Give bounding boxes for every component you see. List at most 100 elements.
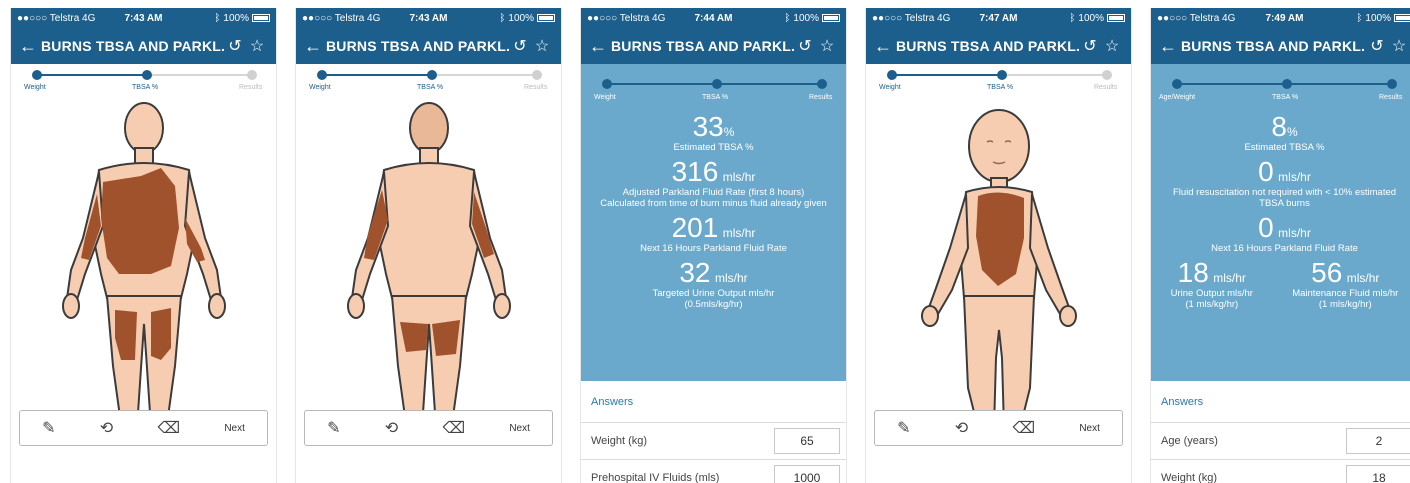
carrier-label: ●●○○○ Telstra 4G: [1157, 12, 1236, 24]
lasso-icon[interactable]: ⟲: [385, 418, 398, 438]
progress-stepper: Age/Weight TBSA % Results: [1151, 64, 1410, 108]
result-fluid-resuscitation: 0 mls/hr Fluid resuscitation not require…: [1151, 153, 1410, 210]
step-dot-weight[interactable]: [317, 70, 327, 80]
adult-back-body-figure[interactable]: [296, 98, 562, 446]
step-dot-results[interactable]: [1387, 79, 1397, 89]
result-unit: mls/hr: [1346, 271, 1380, 285]
result-desc: Targeted Urine Output mls/hr: [652, 288, 775, 299]
screen-1-adult-front: ●●○○○ Telstra 4G 7:43 AM ᛒ 100% ← BURNS T…: [10, 8, 277, 483]
step-dot-tbsa[interactable]: [1282, 79, 1292, 89]
step-dot-tbsa[interactable]: [427, 70, 437, 80]
drawing-toolbar: ✎ ⟲ ⌫ Next: [304, 410, 553, 446]
progress-stepper: Weight TBSA % Results: [296, 64, 561, 98]
page-title: BURNS TBSA AND PARKL...: [1181, 38, 1366, 54]
adult-front-body-figure[interactable]: [11, 98, 277, 446]
result-maintenance-fluid: 56 mls/hr Maintenance Fluid mls/hr (1 ml…: [1282, 254, 1408, 311]
step-label-tbsa: TBSA %: [417, 84, 444, 91]
reset-icon[interactable]: ↺: [1079, 36, 1101, 56]
step-label-weight: Weight: [594, 94, 616, 101]
result-value: 33: [692, 111, 724, 142]
step-dot-tbsa[interactable]: [712, 79, 722, 89]
star-icon[interactable]: ☆: [816, 36, 838, 56]
pen-icon[interactable]: ✎: [327, 418, 340, 438]
step-dot-weight[interactable]: [602, 79, 612, 89]
step-dot-results[interactable]: [817, 79, 827, 89]
step-label-results: Results: [524, 84, 548, 91]
eraser-icon[interactable]: ⌫: [157, 418, 180, 438]
carrier-label: ●●○○○ Telstra 4G: [872, 12, 951, 24]
result-tbsa: 8% Estimated TBSA %: [1151, 108, 1410, 154]
reset-icon[interactable]: ↺: [509, 36, 531, 56]
step-dot-results[interactable]: [532, 70, 542, 80]
pen-icon[interactable]: ✎: [42, 418, 55, 438]
result-unit: mls/hr: [722, 170, 756, 184]
back-arrow-icon[interactable]: ←: [19, 36, 41, 57]
result-desc-2: Calculated from time of burn minus fluid…: [600, 198, 827, 209]
battery-icon: [1394, 14, 1410, 22]
step-dot-tbsa[interactable]: [142, 70, 152, 80]
step-label-tbsa: TBSA %: [987, 84, 1014, 91]
step-dot-tbsa[interactable]: [997, 70, 1007, 80]
step-label-weight: Weight: [24, 84, 46, 91]
back-arrow-icon[interactable]: ←: [1159, 36, 1181, 57]
screen-3-adult-results: ●●○○○ Telstra 4G 7:44 AM ᛒ 100% ← BURNS T…: [580, 8, 847, 483]
status-bar: ●●○○○ Telstra 4G 7:49 AM ᛒ 100%: [1151, 8, 1410, 28]
body-map[interactable]: ✎ ⟲ ⌫ Next: [11, 98, 276, 446]
next-button[interactable]: Next: [509, 423, 530, 434]
battery-icon: [537, 14, 555, 22]
result-urine-output: 18 mls/hr Urine Output mls/hr (1 mls/kg/…: [1161, 254, 1263, 311]
back-arrow-icon[interactable]: ←: [304, 36, 326, 57]
eraser-icon[interactable]: ⌫: [1012, 418, 1035, 438]
eraser-icon[interactable]: ⌫: [442, 418, 465, 438]
age-input[interactable]: 2: [1346, 428, 1410, 454]
back-arrow-icon[interactable]: ←: [874, 36, 896, 57]
next-button[interactable]: Next: [1079, 423, 1100, 434]
reset-icon[interactable]: ↺: [1366, 36, 1388, 56]
drawing-toolbar: ✎ ⟲ ⌫ Next: [19, 410, 268, 446]
answers-header: Answers: [581, 381, 846, 423]
step-dot-age-weight[interactable]: [1172, 79, 1182, 89]
weight-input[interactable]: 18: [1346, 465, 1410, 483]
star-icon[interactable]: ☆: [246, 36, 268, 56]
bluetooth-icon: ᛒ: [1356, 12, 1363, 24]
step-dot-results[interactable]: [247, 70, 257, 80]
back-arrow-icon[interactable]: ←: [589, 36, 611, 57]
weight-input[interactable]: 65: [774, 428, 840, 454]
lasso-icon[interactable]: ⟲: [955, 418, 968, 438]
carrier-label: ●●○○○ Telstra 4G: [587, 12, 666, 24]
body-map[interactable]: ✎ ⟲ ⌫ Next: [296, 98, 561, 446]
results-panel: 33% Estimated TBSA % 316 mls/hr Adjusted…: [581, 108, 846, 381]
reset-icon[interactable]: ↺: [224, 36, 246, 56]
answer-label: Age (years): [1161, 435, 1218, 447]
bluetooth-icon: ᛒ: [214, 12, 221, 24]
star-icon[interactable]: ☆: [1388, 36, 1410, 56]
status-bar: ●●○○○ Telstra 4G 7:43 AM ᛒ 100%: [296, 8, 561, 28]
step-label-weight: Weight: [879, 84, 901, 91]
prehospital-fluids-input[interactable]: 1000: [774, 465, 840, 483]
carrier-label: ●●○○○ Telstra 4G: [17, 12, 96, 24]
step-label-tbsa: TBSA %: [702, 94, 729, 101]
step-label-tbsa: TBSA %: [132, 84, 159, 91]
result-pair: 18 mls/hr Urine Output mls/hr (1 mls/kg/…: [1151, 254, 1410, 311]
body-map[interactable]: ✎ ⟲ ⌫ Next: [866, 98, 1131, 446]
pen-icon[interactable]: ✎: [897, 418, 910, 438]
screen-5-child-results: ●●○○○ Telstra 4G 7:49 AM ᛒ 100% ← BURNS T…: [1150, 8, 1410, 483]
answer-row-weight: Weight (kg) 18: [1151, 460, 1410, 483]
step-label-age-weight: Age/Weight: [1159, 94, 1196, 101]
reset-icon[interactable]: ↺: [794, 36, 816, 56]
step-dot-weight[interactable]: [887, 70, 897, 80]
step-dot-results[interactable]: [1102, 70, 1112, 80]
progress-stepper: Weight TBSA % Results: [581, 64, 846, 108]
star-icon[interactable]: ☆: [1101, 36, 1123, 56]
star-icon[interactable]: ☆: [531, 36, 553, 56]
battery-label: 100%: [1365, 12, 1391, 24]
result-value: 32: [679, 257, 711, 288]
lasso-icon[interactable]: ⟲: [100, 418, 113, 438]
child-front-body-figure[interactable]: [866, 98, 1132, 446]
step-dot-weight[interactable]: [32, 70, 42, 80]
result-value: 201: [671, 212, 719, 243]
next-button[interactable]: Next: [224, 423, 245, 434]
result-desc: Maintenance Fluid mls/hr: [1292, 288, 1399, 299]
result-value: 8: [1271, 111, 1287, 142]
result-desc: Estimated TBSA %: [1244, 142, 1325, 153]
